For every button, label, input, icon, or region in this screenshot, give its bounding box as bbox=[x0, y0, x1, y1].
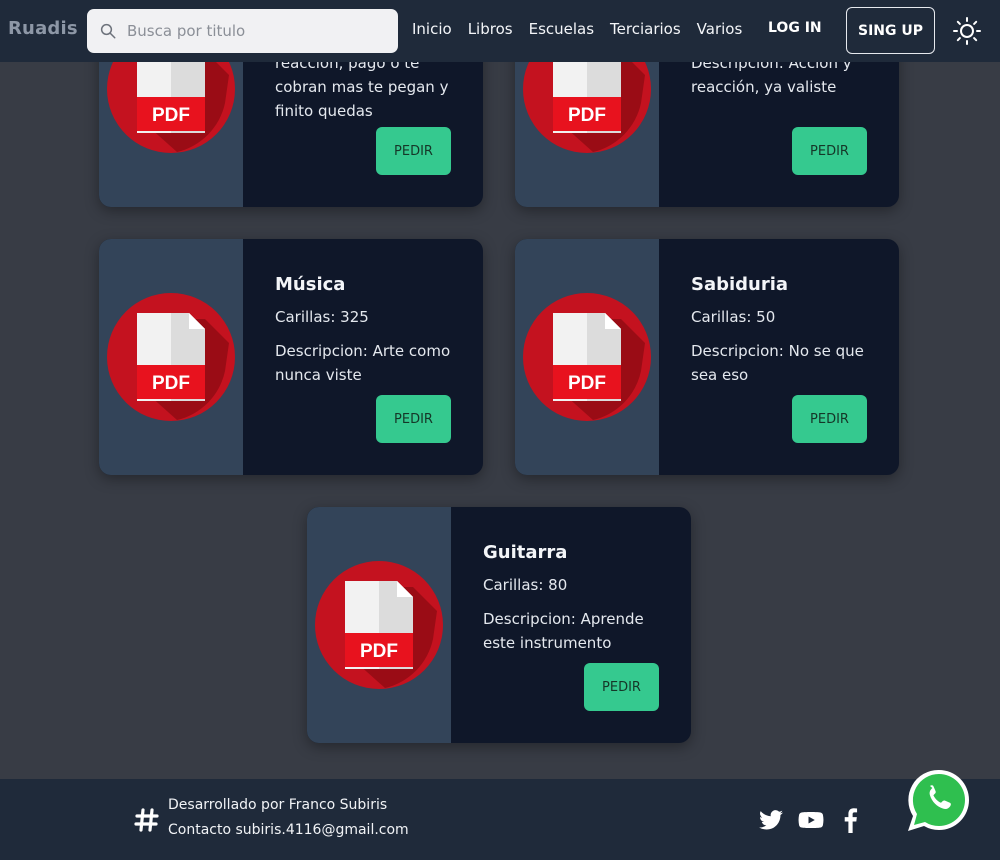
nav-link-libros[interactable]: Libros bbox=[468, 20, 513, 38]
pedir-button[interactable]: PEDIR bbox=[584, 663, 659, 711]
card-body: Guitarra Carillas: 80 Descripcion: Apren… bbox=[483, 541, 673, 655]
card-thumbnail: PDF bbox=[99, 239, 243, 475]
book-card: PDF Sabiduria Carillas: 50 Descripcion: … bbox=[515, 239, 899, 475]
twitter-icon[interactable] bbox=[758, 807, 784, 833]
card-thumbnail: PDF bbox=[515, 239, 659, 475]
footer-contact[interactable]: Contacto subiris.4116@gmail.com bbox=[168, 822, 409, 838]
nav-link-terciarios[interactable]: Terciarios bbox=[610, 20, 681, 38]
card-description: Descripcion: Arte como nunca viste bbox=[275, 342, 451, 384]
pdf-icon: PDF bbox=[315, 561, 443, 689]
card-body: Sabiduria Carillas: 50 Descripcion: No s… bbox=[691, 273, 881, 387]
card-title: Sabiduria bbox=[691, 274, 789, 295]
navbar: Ruadis Inicio Libros Escuelas Terciarios… bbox=[0, 0, 1000, 62]
card-title: Música bbox=[275, 274, 346, 295]
footer: Desarrollado por Franco Subiris Contacto… bbox=[0, 779, 1000, 860]
svg-text:PDF: PDF bbox=[568, 373, 606, 394]
svg-text:PDF: PDF bbox=[360, 641, 398, 662]
svg-text:PDF: PDF bbox=[568, 105, 606, 126]
search-input[interactable] bbox=[127, 9, 387, 53]
search-bar[interactable] bbox=[87, 9, 398, 53]
card-description: Descripcion: No se que sea eso bbox=[691, 342, 864, 384]
footer-developer: Desarrollado por Franco Subiris bbox=[168, 797, 388, 813]
nav-link-varios[interactable]: Varios bbox=[697, 20, 743, 38]
pedir-button[interactable]: PEDIR bbox=[792, 127, 867, 175]
book-card: PDF Música Carillas: 325 Descripcion: Ar… bbox=[99, 239, 483, 475]
youtube-icon[interactable] bbox=[798, 807, 824, 833]
pdf-icon: PDF bbox=[523, 293, 651, 421]
nav-link-inicio[interactable]: Inicio bbox=[412, 20, 452, 38]
svg-text:PDF: PDF bbox=[152, 373, 190, 394]
card-description: Descripcion: Aprende este instrumento bbox=[483, 610, 644, 652]
hash-icon bbox=[134, 808, 159, 832]
card-body: Música Carillas: 325 Descripcion: Arte c… bbox=[275, 273, 465, 387]
sun-icon[interactable] bbox=[952, 16, 982, 46]
whatsapp-icon[interactable] bbox=[906, 767, 972, 833]
svg-text:PDF: PDF bbox=[152, 105, 190, 126]
card-pages: Carillas: 80 bbox=[483, 576, 568, 594]
pedir-button[interactable]: PEDIR bbox=[376, 127, 451, 175]
facebook-icon[interactable] bbox=[838, 807, 864, 833]
book-card: PDF Guitarra Carillas: 80 Descripcion: A… bbox=[307, 507, 691, 743]
card-title: Guitarra bbox=[483, 542, 568, 563]
signup-button[interactable]: SING UP bbox=[846, 7, 935, 54]
card-pages: Carillas: 325 bbox=[275, 308, 369, 326]
card-pages: Carillas: 50 bbox=[691, 308, 776, 326]
card-thumbnail: PDF bbox=[307, 507, 451, 743]
pedir-button[interactable]: PEDIR bbox=[792, 395, 867, 443]
pdf-icon: PDF bbox=[107, 293, 235, 421]
nav-links: Inicio Libros Escuelas Terciarios Varios bbox=[412, 20, 758, 38]
search-icon bbox=[100, 23, 116, 39]
nav-link-escuelas[interactable]: Escuelas bbox=[529, 20, 594, 38]
login-button[interactable]: LOG IN bbox=[768, 20, 822, 36]
pedir-button[interactable]: PEDIR bbox=[376, 395, 451, 443]
brand-logo[interactable]: Ruadis bbox=[8, 18, 78, 39]
